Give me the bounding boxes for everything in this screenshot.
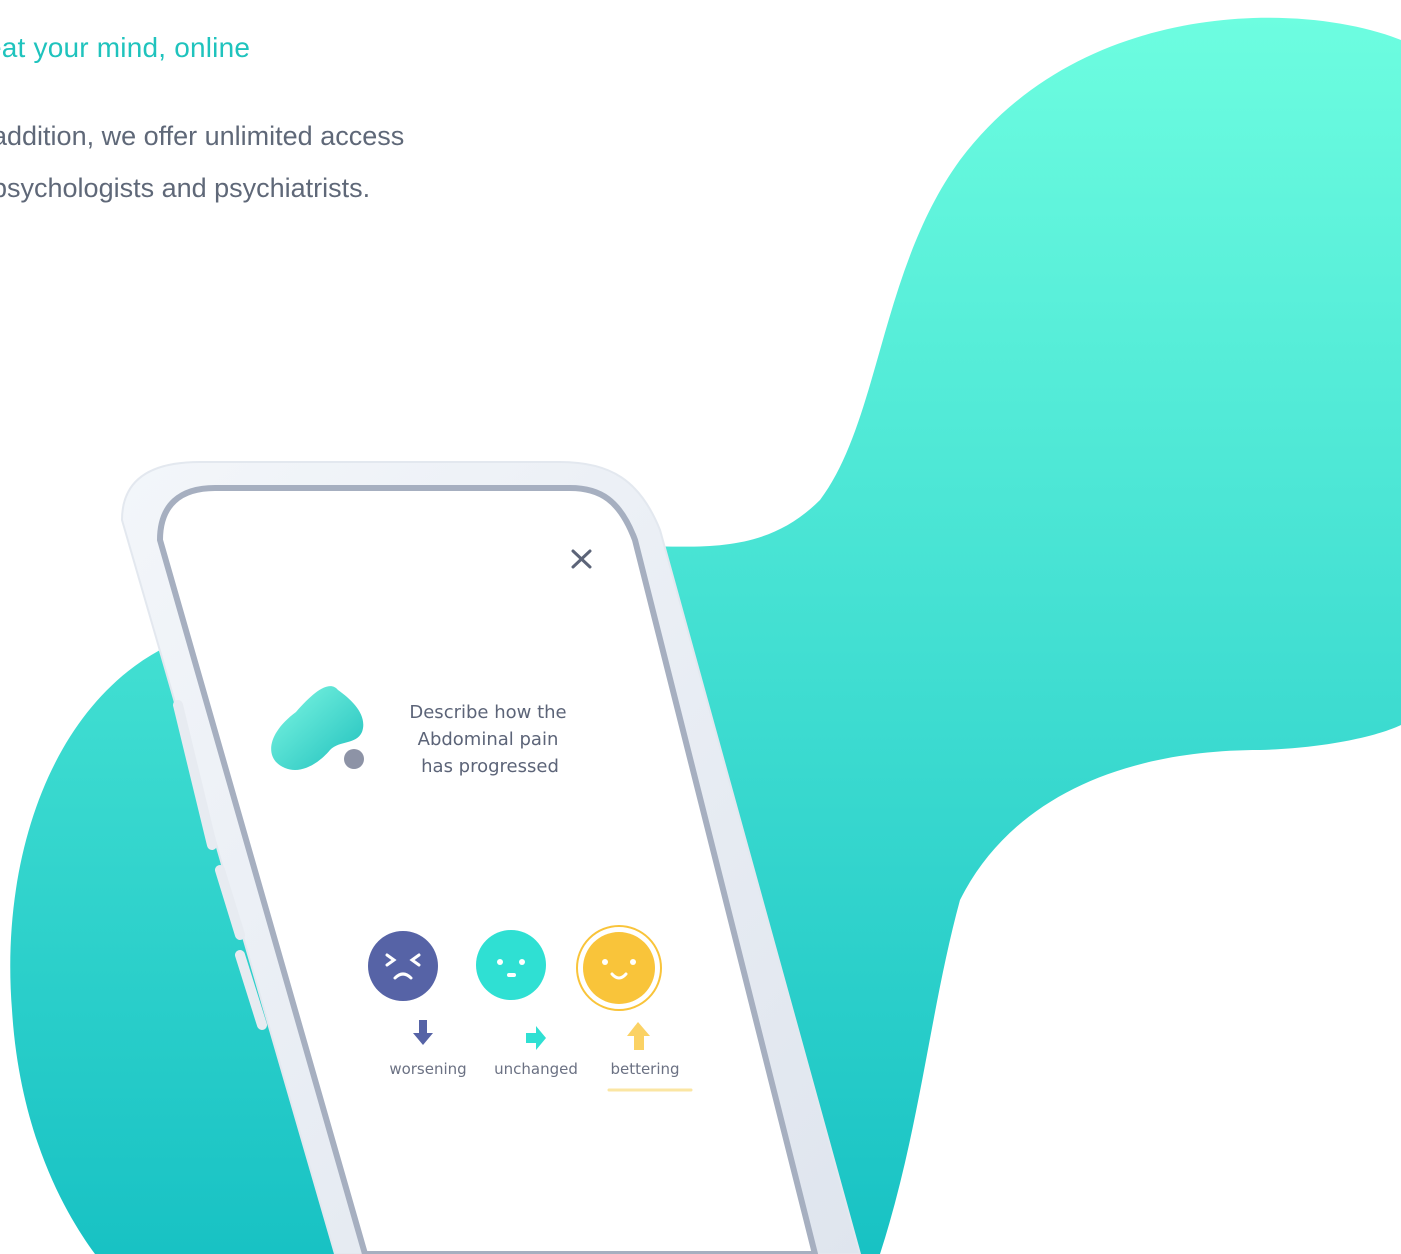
phone-screen bbox=[156, 485, 819, 1254]
option-label: worsening bbox=[389, 1060, 466, 1078]
prompt-line: Describe how the bbox=[409, 702, 566, 723]
hero-section: eat your mind, online addition, we offer… bbox=[0, 0, 1401, 1254]
prompt-line: has progressed bbox=[421, 756, 559, 777]
prompt-text: Describe how the Abdominal pain has prog… bbox=[409, 702, 566, 777]
smiling-face-icon bbox=[583, 932, 655, 1004]
prompt-line: Abdominal pain bbox=[418, 729, 559, 750]
frowning-face-icon bbox=[368, 931, 438, 1001]
phone-mockup: Describe how the Abdominal pain has prog… bbox=[120, 461, 862, 1254]
neutral-face-icon bbox=[476, 930, 546, 1000]
option-label: bettering bbox=[610, 1060, 679, 1078]
option-label: unchanged bbox=[494, 1060, 578, 1078]
